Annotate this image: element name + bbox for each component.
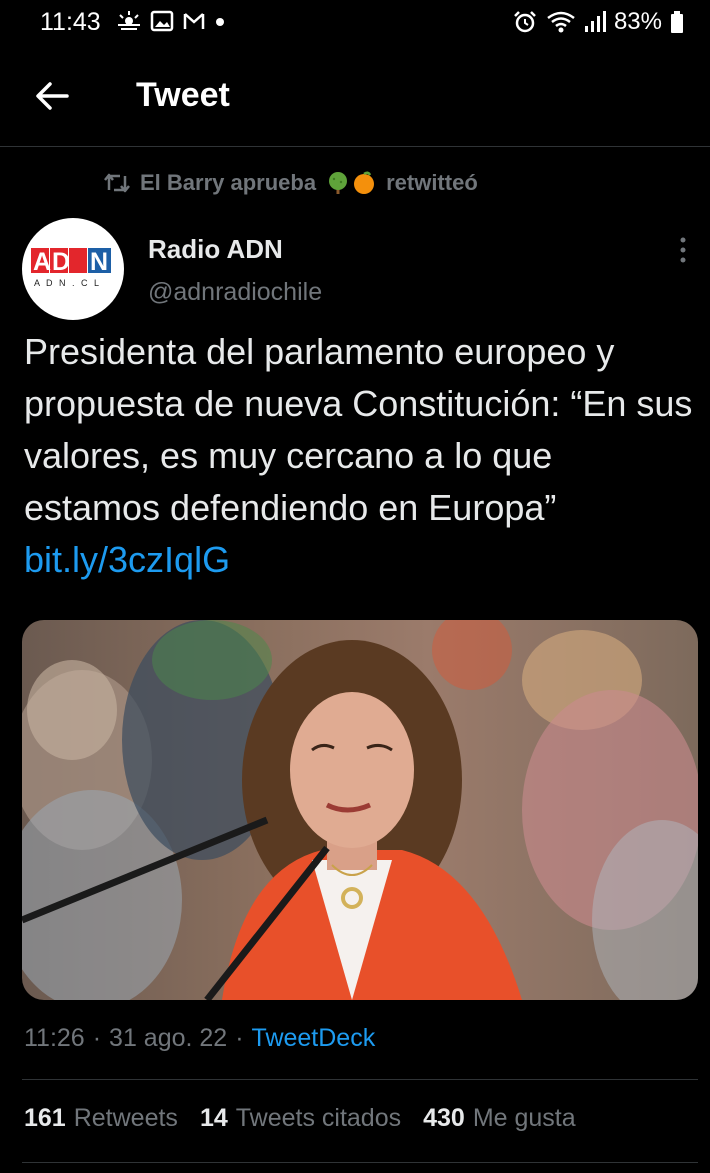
tweet-image[interactable] (22, 620, 698, 1000)
likes-label: Me gusta (472, 1104, 576, 1132)
battery-icon (670, 10, 684, 34)
stats-divider (22, 1162, 698, 1163)
image-icon (150, 10, 174, 32)
retweets-stat[interactable]: 161 Retweets (24, 1104, 178, 1133)
header-divider (0, 146, 710, 147)
more-vertical-icon (680, 237, 686, 263)
status-bar: 11:43 83% (0, 0, 710, 44)
meta-separator: · (92, 1024, 102, 1052)
tree-emoji (329, 172, 348, 194)
likes-count: 430 (423, 1104, 465, 1132)
quote-tweets-stat[interactable]: 14 Tweets citados (200, 1104, 401, 1133)
tweet-link[interactable]: bit.ly/3czIqlG (24, 539, 230, 580)
top-bar: Tweet (0, 62, 710, 132)
retweet-icon (104, 173, 130, 193)
dot-icon (214, 10, 226, 32)
battery-percent: 83% (613, 8, 662, 35)
more-options-button[interactable] (668, 232, 698, 268)
status-icons-left (116, 10, 226, 32)
svg-text:A D N . C L: A D N . C L (34, 278, 101, 288)
retweets-count: 161 (24, 1104, 66, 1132)
author-name[interactable]: Radio ADN (148, 234, 283, 265)
avatar[interactable]: A D N A D N . C L (22, 218, 124, 320)
tweet-time: 11:26 (24, 1024, 85, 1052)
meta-divider (22, 1079, 698, 1080)
tweet-date: 31 ago. 22 (109, 1024, 228, 1052)
svg-text:N: N (90, 248, 108, 276)
tweet-text: Presidenta del parlamento europeo y prop… (24, 326, 694, 586)
retweeter-emojis (326, 171, 376, 195)
wifi-icon (546, 10, 576, 34)
signal-icon (584, 10, 606, 34)
svg-text:A: A (33, 248, 51, 276)
weather-icon (116, 10, 142, 32)
retweeter-name: El Barry aprueba (140, 170, 317, 195)
tweet-meta: 11:26 · 31 ago. 22 · TweetDeck (24, 1024, 375, 1053)
svg-text:D: D (52, 248, 70, 276)
status-time: 11:43 (40, 8, 101, 36)
likes-stat[interactable]: 430 Me gusta (423, 1104, 576, 1133)
quote-tweets-label: Tweets citados (235, 1104, 402, 1132)
author-handle[interactable]: @adnradiochile (148, 278, 322, 307)
meta-separator: · (235, 1024, 244, 1052)
orange-emoji (354, 171, 375, 194)
tweet-body: Presidenta del parlamento europeo y prop… (24, 331, 693, 528)
gmail-icon (182, 10, 206, 32)
page-title: Tweet (136, 76, 230, 114)
retweets-label: Retweets (73, 1104, 178, 1132)
alarm-icon (512, 10, 538, 34)
arrow-left-icon (36, 82, 69, 110)
retweet-context[interactable]: El Barry aprueba retwitteó (104, 170, 478, 196)
status-icons-right: 83% (512, 8, 684, 36)
tweet-stats: 161 Retweets 14 Tweets citados 430 Me gu… (24, 1104, 576, 1133)
back-button[interactable] (30, 76, 74, 116)
tweet-source-link[interactable]: TweetDeck (252, 1024, 376, 1053)
retweet-suffix: retwitteó (386, 170, 478, 195)
quote-tweets-count: 14 (199, 1104, 228, 1132)
